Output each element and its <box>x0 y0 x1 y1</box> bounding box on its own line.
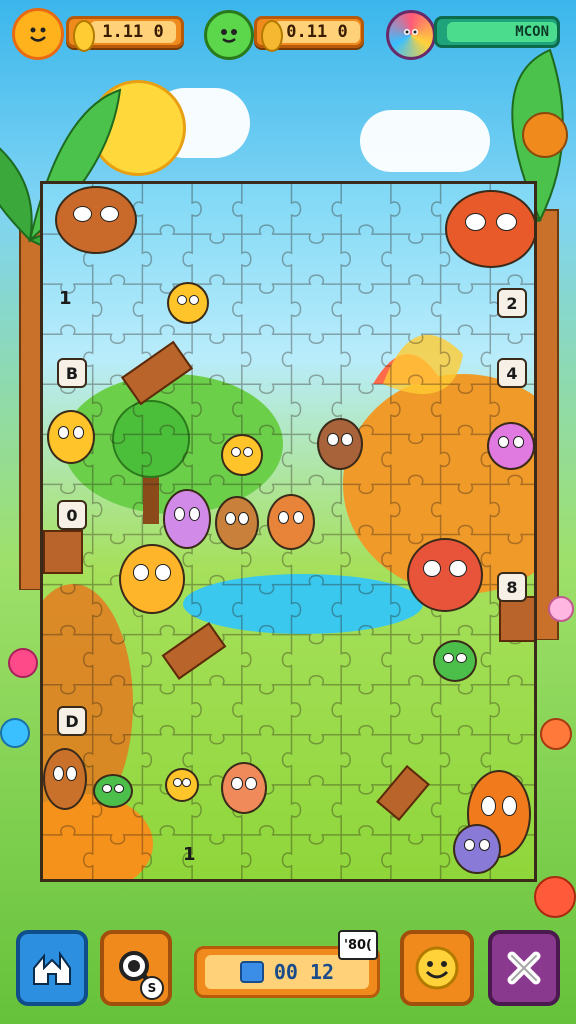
piece-number: 1 <box>59 288 72 309</box>
green-turtle-piece[interactable] <box>433 640 477 682</box>
piece-number: 8 <box>497 572 527 602</box>
smiley-face-icon <box>415 946 459 990</box>
piece-number: 4 <box>497 358 527 388</box>
flower-icon <box>0 718 30 748</box>
score-tag: '80( <box>338 930 378 960</box>
coin-icon <box>73 20 95 52</box>
flower-icon <box>534 876 576 918</box>
kid-piece[interactable] <box>215 496 259 550</box>
coins-value: 1.11 0 <box>90 21 176 43</box>
yellow-critter-piece[interactable] <box>221 434 263 476</box>
piece-number: 2 <box>497 288 527 318</box>
gem-icon <box>239 961 264 983</box>
mode-indicator: MCON <box>434 16 560 48</box>
sun-face-icon <box>12 8 64 60</box>
orange-cat-piece[interactable] <box>221 762 267 814</box>
score-value: 00 12 <box>273 960 335 984</box>
piece-number: 1 <box>183 844 196 865</box>
small-chick-piece[interactable] <box>165 768 199 802</box>
piece-number: B <box>57 358 87 388</box>
wood-crate-piece[interactable] <box>499 596 534 642</box>
yellow-fox-piece[interactable] <box>47 410 95 464</box>
green-alien-face-icon <box>204 10 254 60</box>
emoji-button[interactable] <box>400 930 474 1006</box>
close-button[interactable] <box>488 930 560 1006</box>
wood-crate-piece[interactable] <box>43 530 83 574</box>
home-button[interactable] <box>16 930 88 1006</box>
flower-icon <box>540 718 572 750</box>
hint-badge: S <box>140 976 164 1000</box>
brown-bear-piece[interactable] <box>317 418 363 470</box>
orange-fox-piece[interactable] <box>267 494 315 550</box>
purple-cat-piece[interactable] <box>453 824 501 874</box>
gems-value: 0.11 0 <box>274 21 360 43</box>
puzzle-board[interactable]: 1 2 B 4 0 8 D 1 <box>40 181 537 882</box>
red-monster-piece[interactable] <box>407 538 483 612</box>
piece-number: 0 <box>57 500 87 530</box>
home-icon <box>33 950 71 985</box>
flower-icon <box>8 648 38 678</box>
purple-bear-piece[interactable] <box>163 489 211 549</box>
flower-icon <box>548 596 574 622</box>
gem-icon <box>261 20 283 52</box>
mode-label: MCON <box>447 22 557 42</box>
green-frog-piece[interactable] <box>93 774 133 808</box>
pink-bunny-piece[interactable] <box>487 422 534 470</box>
gems-counter: 0.11 0 <box>254 16 364 52</box>
fox-corner-piece[interactable] <box>43 748 87 810</box>
piece-number: D <box>57 706 87 736</box>
close-icon <box>507 951 541 985</box>
colorful-bird-icon <box>386 10 436 60</box>
hint-button[interactable]: S <box>100 930 172 1006</box>
sun-chick-piece[interactable] <box>167 282 209 324</box>
red-dragon-piece[interactable] <box>445 190 534 268</box>
yellow-cat-piece[interactable] <box>119 544 185 614</box>
coins-counter: 1.11 0 <box>66 16 184 52</box>
brown-dino-piece[interactable] <box>55 186 137 254</box>
